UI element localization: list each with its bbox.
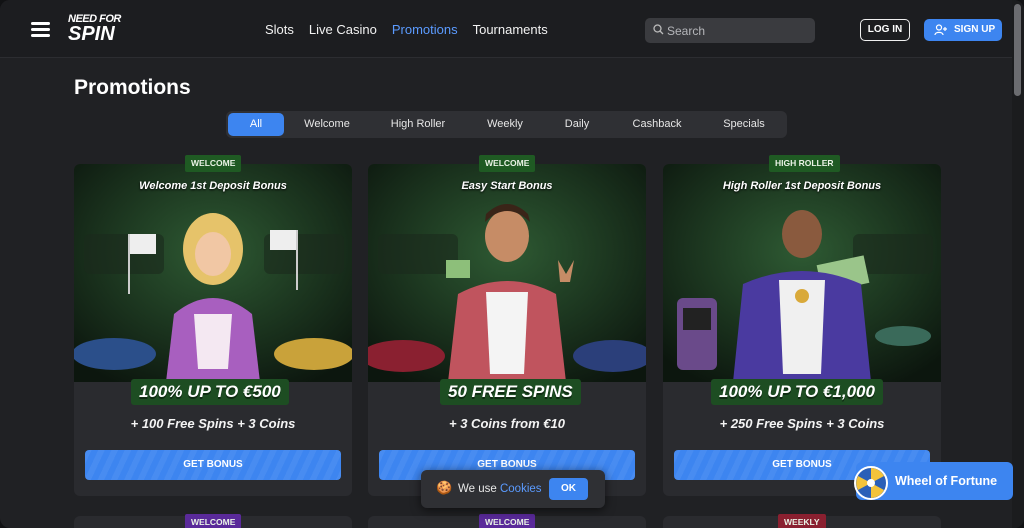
logo-line2: SPIN (68, 23, 115, 45)
logo[interactable]: NEED FOR SPIN (68, 14, 146, 46)
user-plus-icon (934, 24, 947, 36)
promo-badge: WELCOME (185, 155, 242, 172)
promo-subtitle: + 100 Free Spins + 3 Coins (130, 416, 296, 431)
promo-subtitle: + 3 Coins from €10 (449, 416, 565, 431)
tab-daily[interactable]: Daily (548, 113, 606, 136)
cookie-text: We use Cookies (458, 483, 542, 495)
promo-badge: WELCOME (479, 514, 536, 528)
promo-tabs: All Welcome High Roller Weekly Daily Cas… (226, 111, 787, 138)
cookies-link[interactable]: Cookies (500, 483, 542, 495)
cookie-banner: 🍪 We use Cookies OK (421, 470, 605, 508)
nav-live-casino[interactable]: Live Casino (309, 22, 377, 37)
promo-title: Welcome 1st Deposit Bonus (139, 180, 287, 192)
promo-badge: HIGH ROLLER (769, 155, 840, 172)
signup-label: SIGN UP (954, 24, 996, 35)
promo-badge: WELCOME (185, 514, 242, 528)
get-bonus-button[interactable]: GET BONUS (85, 450, 341, 480)
scrollbar-thumb[interactable] (1014, 4, 1021, 96)
promo-image (74, 164, 352, 382)
promo-card[interactable]: WELCOME Welcome 1st Deposit Bonus 100% U… (74, 155, 352, 496)
tab-high-roller[interactable]: High Roller (378, 113, 458, 136)
promo-image (368, 164, 646, 382)
promo-card[interactable]: WELCOME (74, 514, 352, 528)
top-header: NEED FOR SPIN Slots Live Casino Promotio… (0, 0, 1012, 58)
search-input[interactable] (667, 21, 807, 40)
main-nav: Slots Live Casino Promotions Tournaments (265, 22, 548, 37)
promo-headline: 50 FREE SPINS (440, 379, 581, 405)
promo-title: High Roller 1st Deposit Bonus (722, 180, 882, 192)
nav-slots[interactable]: Slots (265, 22, 294, 37)
menu-icon[interactable] (31, 21, 51, 37)
scrollbar[interactable] (1012, 0, 1024, 528)
nav-promotions[interactable]: Promotions (392, 22, 458, 37)
promo-badge: WEEKLY (778, 514, 826, 528)
promo-image (663, 164, 941, 382)
cookie-icon: 🍪 (436, 480, 453, 495)
signup-button[interactable]: SIGN UP (924, 19, 1002, 41)
tab-welcome[interactable]: Welcome (292, 113, 362, 136)
wheel-of-fortune-button[interactable]: Wheel of Fortune (854, 462, 1013, 500)
promo-card[interactable]: WELCOME Easy Start Bonus 50 FREE SPINS +… (368, 155, 646, 496)
promo-subtitle: + 250 Free Spins + 3 Coins (719, 416, 885, 431)
promo-badge: WELCOME (479, 155, 536, 172)
promo-card[interactable]: HIGH ROLLER High Roller 1st Deposit Bonu… (663, 155, 941, 496)
search-box (645, 18, 815, 43)
promo-headline: 100% UP TO €1,000 (711, 379, 883, 405)
cookie-ok-button[interactable]: OK (549, 478, 588, 500)
tab-weekly[interactable]: Weekly (476, 113, 534, 136)
wheel-of-fortune-label: Wheel of Fortune (895, 474, 998, 488)
promo-card[interactable]: WELCOME (368, 514, 646, 528)
search-icon (653, 24, 664, 35)
promo-card[interactable]: WEEKLY (663, 514, 941, 528)
nav-tournaments[interactable]: Tournaments (473, 22, 548, 37)
promo-title: Easy Start Bonus (461, 180, 553, 192)
page-title: Promotions (74, 76, 191, 99)
promo-headline: 100% UP TO €500 (131, 379, 289, 405)
login-button[interactable]: LOG IN (860, 19, 910, 41)
wheel-icon (854, 466, 888, 500)
app-window: NEED FOR SPIN Slots Live Casino Promotio… (0, 0, 1024, 528)
tab-all[interactable]: All (228, 113, 284, 136)
tab-specials[interactable]: Specials (710, 113, 778, 136)
tab-cashback[interactable]: Cashback (622, 113, 692, 136)
